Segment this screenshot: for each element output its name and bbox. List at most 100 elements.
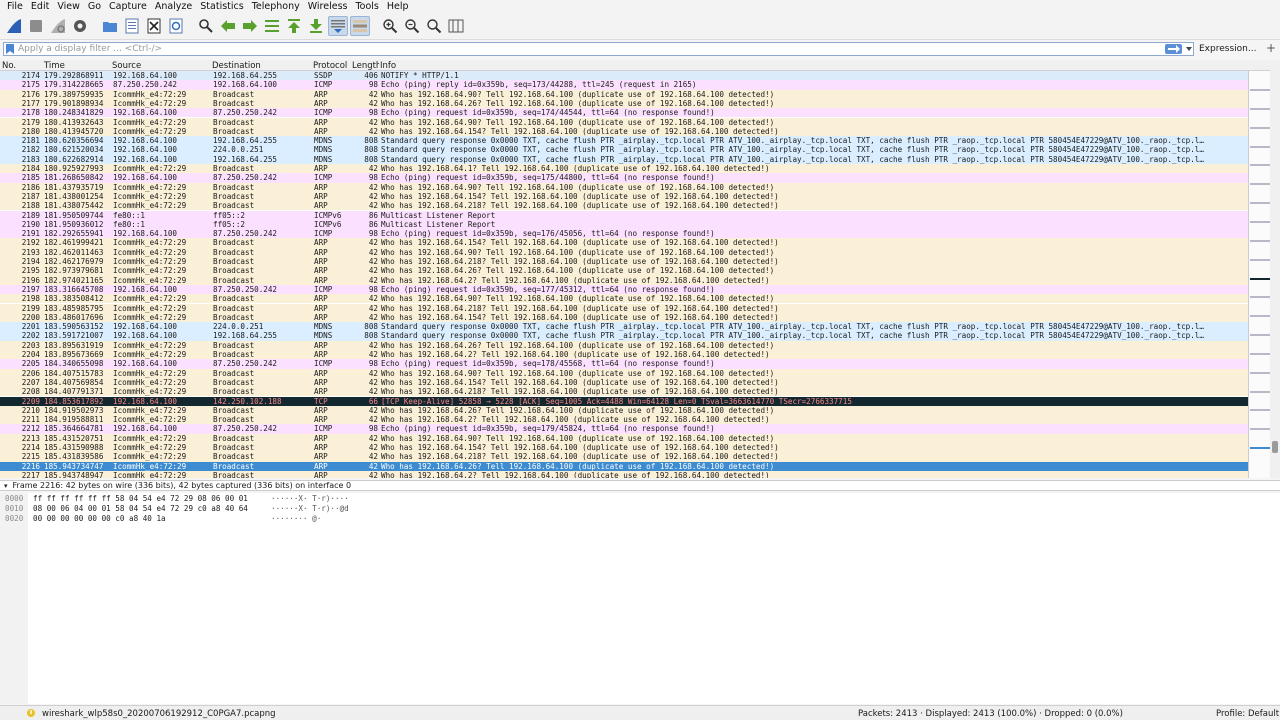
bookmark-icon[interactable] xyxy=(4,43,16,55)
expert-info-icon[interactable] xyxy=(26,708,37,720)
table-row[interactable]: 2187 181.438001254 IcommHk_e4:72:29 Broadca… xyxy=(0,191,1248,202)
find-packet-icon[interactable] xyxy=(196,16,216,36)
table-row[interactable]: 2185 181.268650842 192.168.64.100 87.250.25… xyxy=(0,173,1248,183)
table-row[interactable]: 2199 183.485985795 IcommHk_e4:72:29 Broadca… xyxy=(0,303,1248,313)
table-row[interactable]: 2190 181.950936012 fe80::1 ff05::2 ICMPv6 86 M… xyxy=(0,219,1248,230)
table-row[interactable]: 2175 179.314228665 87.250.250.242 192.168.6… xyxy=(0,80,1248,90)
stop-capture-icon[interactable] xyxy=(26,16,46,36)
reload-file-icon[interactable] xyxy=(166,16,186,36)
display-filter-input[interactable] xyxy=(16,43,1165,55)
table-row[interactable]: 2207 184.407569854 IcommHk_e4:72:29 Broadca… xyxy=(0,377,1248,388)
close-file-icon[interactable] xyxy=(144,16,164,36)
colorize-icon[interactable] xyxy=(350,16,370,36)
column-header-protocol[interactable]: Protocol xyxy=(313,61,347,71)
menu-tools[interactable]: Tools xyxy=(355,1,378,12)
expression-button[interactable]: Expression... xyxy=(1199,44,1256,54)
table-row[interactable]: 2209 184.853617892 192.168.64.100 142.250.1… xyxy=(0,396,1248,406)
go-forward-icon[interactable] xyxy=(240,16,260,36)
go-first-icon[interactable] xyxy=(284,16,304,36)
scrollbar-thumb[interactable] xyxy=(1272,441,1278,453)
menu-edit[interactable]: Edit xyxy=(31,1,49,12)
bytes-hex[interactable]: 00 00 00 00 00 00 c0 a8 40 1a xyxy=(33,514,166,524)
table-row[interactable]: 2179 180.413932643 IcommHk_e4:72:29 Broadca… xyxy=(0,117,1248,127)
table-row[interactable]: 2206 184.407515783 IcommHk_e4:72:29 Broadca… xyxy=(0,368,1248,378)
table-row[interactable]: 2198 183.383508412 IcommHk_e4:72:29 Broadca… xyxy=(0,294,1248,304)
bytes-hex[interactable]: ff ff ff ff ff ff 58 04 54 e4 72 29 08 0… xyxy=(33,494,248,504)
table-row[interactable]: 2193 182.462011463 IcommHk_e4:72:29 Broadca… xyxy=(0,247,1248,257)
apply-filter-arrow-icon[interactable] xyxy=(1165,44,1182,54)
column-header-source[interactable]: Source xyxy=(112,61,141,71)
table-row[interactable]: 2196 182.974021165 IcommHk_e4:72:29 Broadca… xyxy=(0,275,1248,285)
shark-fin-start-icon[interactable] xyxy=(4,16,24,36)
table-row[interactable]: 2197 183.316645708 192.168.64.100 87.250.25… xyxy=(0,284,1248,295)
table-row[interactable]: 2214 185.431590988 IcommHk_e4:72:29 Broadca… xyxy=(0,443,1248,453)
go-last-icon[interactable] xyxy=(306,16,326,36)
table-row[interactable]: 2204 183.895673669 IcommHk_e4:72:29 Broadca… xyxy=(0,350,1248,360)
menu-go[interactable]: Go xyxy=(88,1,101,12)
save-file-icon[interactable] xyxy=(122,16,142,36)
table-row[interactable]: 2195 182.973979681 IcommHk_e4:72:29 Broadca… xyxy=(0,266,1248,276)
table-row[interactable]: 2202 183.591721007 192.168.64.100 192.168.6… xyxy=(0,331,1248,341)
zoom-in-icon[interactable] xyxy=(380,16,400,36)
capture-options-icon[interactable] xyxy=(70,16,90,36)
menu-capture[interactable]: Capture xyxy=(109,1,147,12)
frame-summary[interactable]: Frame 2216: 42 bytes on wire (336 bits),… xyxy=(13,481,352,490)
table-row[interactable]: 2217 185.943748947 IcommHk_e4:72:29 Broadca… xyxy=(0,470,1248,478)
table-row[interactable]: 2176 179.389759935 IcommHk_e4:72:29 Broadca… xyxy=(0,89,1248,99)
table-row[interactable]: 2212 185.364664781 192.168.64.100 87.250.25… xyxy=(0,424,1248,434)
table-row[interactable]: 2201 183.590563152 192.168.64.100 224.0.0.2… xyxy=(0,322,1248,332)
menu-analyze[interactable]: Analyze xyxy=(155,1,192,12)
bytes-hex[interactable]: 08 00 06 04 00 01 58 04 54 e4 72 29 c0 a… xyxy=(33,504,248,514)
bytes-ascii[interactable]: ········ @· xyxy=(271,514,321,524)
table-row[interactable]: 2183 180.622682914 192.168.64.100 192.168.6… xyxy=(0,154,1248,164)
column-header-no[interactable]: No. xyxy=(2,61,16,71)
table-row[interactable]: 2215 185.431839586 IcommHk_e4:72:29 Broadca… xyxy=(0,452,1248,462)
table-row[interactable]: 2205 184.340655098 192.168.64.100 87.250.25… xyxy=(0,359,1248,369)
table-row[interactable]: 2210 184.919502973 IcommHk_e4:72:29 Broadca… xyxy=(0,405,1248,416)
resize-columns-icon[interactable] xyxy=(446,16,466,36)
table-row[interactable]: 2182 180.621520034 192.168.64.100 224.0.0.2… xyxy=(0,145,1248,155)
open-file-icon[interactable] xyxy=(100,16,120,36)
expand-triangle-icon[interactable]: ▾ xyxy=(4,482,8,490)
autoscroll-icon[interactable] xyxy=(328,16,348,36)
zoom-normal-icon[interactable] xyxy=(424,16,444,36)
table-row[interactable]: 2203 183.895631919 IcommHk_e4:72:29 Broadca… xyxy=(0,340,1248,350)
go-to-packet-icon[interactable] xyxy=(262,16,282,36)
table-row[interactable]: 2192 182.461999421 IcommHk_e4:72:29 Broadca… xyxy=(0,238,1248,248)
column-header-info[interactable]: Info xyxy=(380,61,396,71)
table-row[interactable]: 2200 183.486017696 IcommHk_e4:72:29 Broadca… xyxy=(0,312,1248,323)
packet-minimap[interactable] xyxy=(1248,71,1270,478)
table-row[interactable]: 2186 181.437935719 IcommHk_e4:72:29 Broadca… xyxy=(0,182,1248,192)
packet-list-scrollbar[interactable] xyxy=(1270,60,1280,478)
add-filter-button[interactable]: + xyxy=(1266,41,1276,55)
table-row-selected[interactable]: 2216 185.943734747 IcommHk_e4:72:29 Broadca… xyxy=(0,461,1248,471)
go-back-icon[interactable] xyxy=(218,16,238,36)
table-row[interactable]: 2213 185.431520751 IcommHk_e4:72:29 Broadca… xyxy=(0,433,1248,443)
column-header-length[interactable]: Length xyxy=(352,61,379,71)
column-header-time[interactable]: Time xyxy=(44,61,65,71)
table-row[interactable]: 2181 180.620356694 192.168.64.100 192.168.6… xyxy=(0,136,1248,146)
menu-telephony[interactable]: Telephony xyxy=(252,1,300,12)
column-header-destination[interactable]: Destination xyxy=(212,61,261,71)
filter-history-chevron-icon[interactable] xyxy=(1184,47,1193,51)
profile-label[interactable]: Profile: Default xyxy=(1216,709,1279,719)
table-row[interactable]: 2188 181.438075442 IcommHk_e4:72:29 Broadca… xyxy=(0,201,1248,211)
bytes-ascii[interactable]: ······X· T·r)···· xyxy=(271,494,349,504)
menu-help[interactable]: Help xyxy=(387,1,409,12)
table-row[interactable]: 2189 181.950509744 fe80::1 ff05::2 ICMPv6 86 M… xyxy=(0,210,1248,220)
table-row[interactable]: 2211 184.919588811 IcommHk_e4:72:29 Broadca… xyxy=(0,415,1248,425)
menu-view[interactable]: View xyxy=(57,1,80,12)
table-row[interactable]: 2180 180.413945720 IcommHk_e4:72:29 Broadca… xyxy=(0,126,1248,137)
table-row[interactable]: 2194 182.462176979 IcommHk_e4:72:29 Broadca… xyxy=(0,257,1248,267)
table-row[interactable]: 2174 179.292868911 192.168.64.100 192.168.6… xyxy=(0,71,1248,81)
zoom-out-icon[interactable] xyxy=(402,16,422,36)
menu-statistics[interactable]: Statistics xyxy=(200,1,243,12)
menu-wireless[interactable]: Wireless xyxy=(308,1,348,12)
table-row[interactable]: 2208 184.407791371 IcommHk_e4:72:29 Broadca… xyxy=(0,387,1248,397)
table-row[interactable]: 2184 180.925927993 IcommHk_e4:72:29 Broadca… xyxy=(0,164,1248,174)
table-row[interactable]: 2178 180.248341829 192.168.64.100 87.250.25… xyxy=(0,108,1248,118)
menu-file[interactable]: File xyxy=(7,1,23,12)
bytes-ascii[interactable]: ······X· T·r)··@d xyxy=(271,504,349,514)
restart-capture-icon[interactable] xyxy=(48,16,68,36)
table-row[interactable]: 2191 182.292655941 192.168.64.100 87.250.25… xyxy=(0,229,1248,239)
